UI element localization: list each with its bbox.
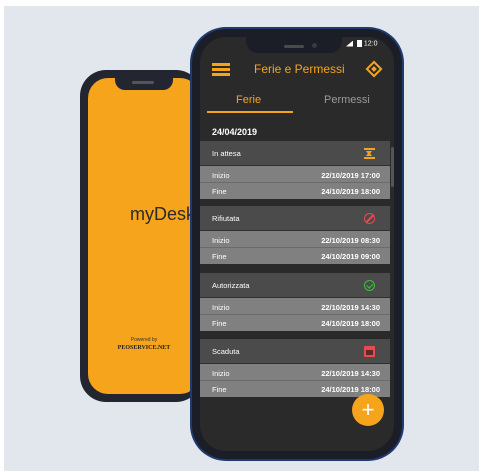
start-label: Inizio — [212, 369, 230, 378]
start-label: Inizio — [212, 303, 230, 312]
phone-notch — [246, 37, 342, 53]
divider — [200, 380, 390, 381]
request-card-body: Inizio 22/10/2019 14:30 Fine 24/10/2019 … — [200, 364, 390, 397]
request-card-header: Autorizzata — [200, 273, 390, 297]
end-value: 24/10/2019 09:00 — [321, 252, 380, 261]
end-value: 24/10/2019 18:00 — [321, 187, 380, 196]
start-value: 22/10/2019 14:30 — [321, 303, 380, 312]
hourglass-icon — [364, 148, 375, 159]
start-label: Inizio — [212, 171, 230, 180]
request-card-body: Inizio 22/10/2019 14:30 Fine 24/10/2019 … — [200, 298, 390, 331]
back-phone-screen: myDesk Powered by PEOSERVICE.NET — [88, 78, 200, 394]
request-status: Rifiutata — [212, 214, 240, 223]
divider — [200, 314, 390, 315]
request-status: Scaduta — [212, 347, 240, 356]
request-status: Autorizzata — [212, 281, 250, 290]
start-value: 22/10/2019 08:30 — [321, 236, 380, 245]
tab-active-indicator — [207, 111, 293, 113]
app-bar: Ferie e Permessi — [200, 55, 394, 85]
request-card-body: Inizio 22/10/2019 17:00 Fine 24/10/2019 … — [200, 166, 390, 199]
calendar-expired-icon — [364, 346, 375, 357]
powered-by-label: Powered by — [130, 337, 158, 343]
request-card-header: In attesa — [200, 141, 390, 165]
speaker — [284, 45, 304, 48]
page-title: Ferie e Permessi — [254, 62, 345, 76]
divider — [200, 247, 390, 248]
end-label: Fine — [212, 319, 227, 328]
request-status: In attesa — [212, 149, 241, 158]
add-request-button[interactable]: + — [352, 394, 384, 426]
diamond-icon[interactable] — [365, 60, 383, 78]
brand-logo: myDesk — [130, 204, 196, 224]
request-card[interactable]: In attesa Inizio 22/10/2019 17:00 Fine 2… — [200, 141, 390, 199]
check-circle-icon — [364, 280, 375, 291]
end-label: Fine — [212, 187, 227, 196]
request-card-header: Scaduta — [200, 339, 390, 363]
back-phone-notch — [115, 78, 173, 90]
signal-icon — [346, 40, 353, 47]
scrollbar[interactable] — [391, 147, 394, 187]
request-card-body: Inizio 22/10/2019 08:30 Fine 24/10/2019 … — [200, 231, 390, 264]
end-label: Fine — [212, 252, 227, 261]
status-bar: 12:0 — [346, 40, 378, 47]
end-value: 24/10/2019 18:00 — [321, 319, 380, 328]
hamburger-menu-icon[interactable] — [212, 63, 230, 76]
app-screen: 12:0 Ferie e Permessi Ferie Permessi 24/… — [200, 37, 394, 451]
speaker — [132, 81, 154, 84]
request-card[interactable]: Scaduta Inizio 22/10/2019 14:30 Fine 24/… — [200, 339, 390, 397]
tab-bar: Ferie Permessi — [200, 91, 394, 115]
status-time: 12:0 — [363, 40, 378, 48]
request-card[interactable]: Autorizzata Inizio 22/10/2019 14:30 Fine… — [200, 273, 390, 331]
end-label: Fine — [212, 385, 227, 394]
end-value: 24/10/2019 18:00 — [321, 385, 380, 394]
request-card[interactable]: Rifiutata Inizio 22/10/2019 08:30 Fine 2… — [200, 206, 390, 264]
ban-icon — [364, 213, 375, 224]
start-value: 22/10/2019 14:30 — [321, 369, 380, 378]
powered-by-brand: PEOSERVICE.NET — [117, 345, 171, 351]
camera — [312, 43, 317, 48]
battery-icon — [356, 40, 362, 47]
divider — [200, 182, 390, 183]
tab-permessi[interactable]: Permessi — [324, 94, 370, 106]
start-value: 22/10/2019 17:00 — [321, 171, 380, 180]
date-header: 24/04/2019 — [212, 127, 258, 137]
start-label: Inizio — [212, 236, 230, 245]
request-card-header: Rifiutata — [200, 206, 390, 230]
tab-ferie[interactable]: Ferie — [236, 94, 261, 106]
